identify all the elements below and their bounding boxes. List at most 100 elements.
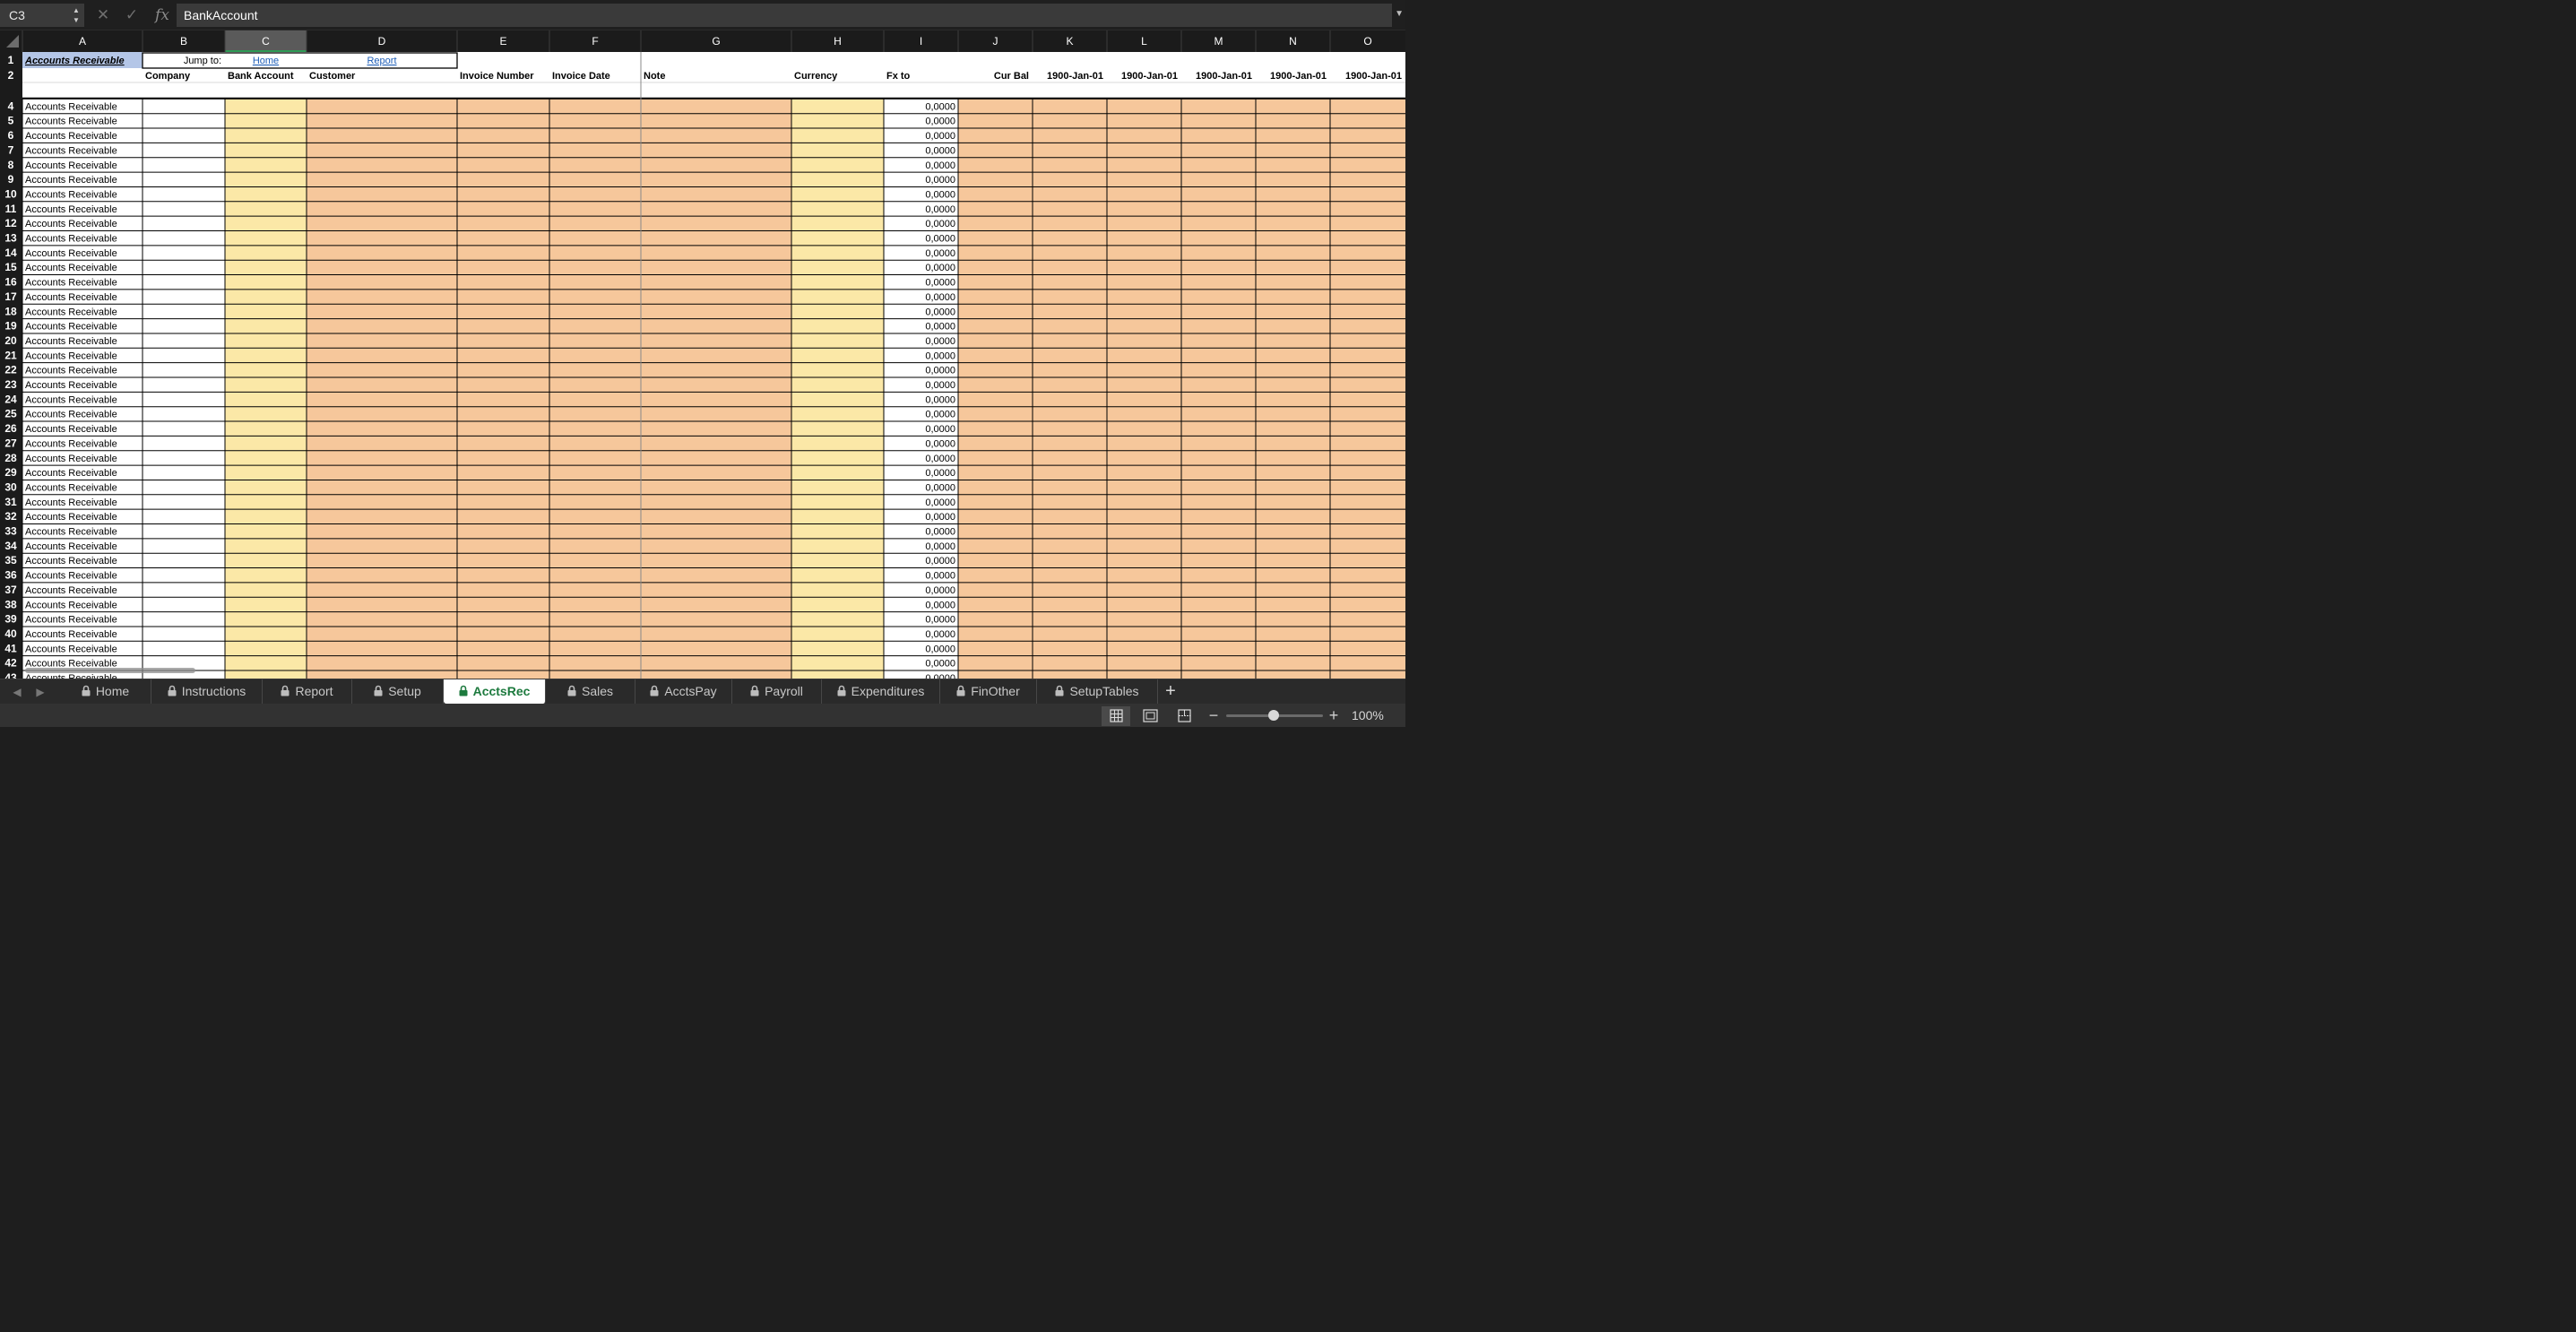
row-header-8[interactable]: 8 [8, 159, 14, 171]
cell-a27[interactable]: Accounts Receivable [25, 438, 117, 449]
cell-i26[interactable]: 0,0000 [925, 424, 955, 435]
cell-i35[interactable]: 0,0000 [925, 556, 955, 567]
cell-a19[interactable]: Accounts Receivable [25, 322, 117, 333]
cell-i25[interactable]: 0,0000 [925, 410, 955, 420]
row-header-11[interactable]: 11 [5, 203, 17, 215]
column-header-m[interactable]: M [1215, 35, 1223, 48]
cell-a25[interactable]: Accounts Receivable [25, 410, 117, 420]
row-header-6[interactable]: 6 [8, 129, 14, 142]
cell-a35[interactable]: Accounts Receivable [25, 556, 117, 567]
tab-instructions[interactable]: Instructions [151, 679, 263, 704]
row-header-18[interactable]: 18 [4, 305, 17, 317]
cell-i7[interactable]: 0,0000 [925, 145, 955, 156]
cell-a17[interactable]: Accounts Receivable [25, 292, 117, 303]
cell-a4[interactable]: Accounts Receivable [25, 101, 117, 112]
tab-finother[interactable]: FinOther [940, 679, 1037, 704]
row-header-42[interactable]: 42 [4, 657, 17, 670]
cell-i16[interactable]: 0,0000 [925, 278, 955, 289]
worksheet-grid[interactable]: A B C D E F G H I J K L M N O Accounts Receivable Jump t… [0, 30, 1405, 679]
row-header-20[interactable]: 20 [4, 334, 17, 347]
tab-acctsrec[interactable]: AcctsRec [444, 679, 546, 704]
cell-i28[interactable]: 0,0000 [925, 454, 955, 464]
enter-icon[interactable]: ✓ [122, 5, 142, 25]
cell-a11[interactable]: Accounts Receivable [25, 204, 117, 215]
cell-a13[interactable]: Accounts Receivable [25, 234, 117, 245]
insert-function-icon[interactable]: fx [151, 5, 174, 25]
row-header-26[interactable]: 26 [4, 422, 17, 435]
cell-i41[interactable]: 0,0000 [925, 644, 955, 654]
cell-a12[interactable]: Accounts Receivable [25, 219, 117, 229]
cell-i18[interactable]: 0,0000 [925, 307, 955, 317]
row-header-25[interactable]: 25 [4, 408, 17, 420]
zoom-slider-thumb[interactable] [1268, 710, 1279, 721]
cell-a18[interactable]: Accounts Receivable [25, 307, 117, 317]
cell-i27[interactable]: 0,0000 [925, 438, 955, 449]
tab-acctspay[interactable]: AcctsPay [635, 679, 732, 704]
row-header-28[interactable]: 28 [4, 452, 17, 464]
tab-expenditures[interactable]: Expenditures [822, 679, 940, 704]
cell-a37[interactable]: Accounts Receivable [25, 585, 117, 596]
column-header-l[interactable]: L [1141, 35, 1147, 48]
cell-i20[interactable]: 0,0000 [925, 336, 955, 347]
name-box[interactable]: C3 ▲ ▼ [0, 4, 84, 27]
zoom-in-button[interactable]: + [1327, 704, 1340, 727]
column-header-a[interactable]: A [79, 35, 86, 48]
tab-sales[interactable]: Sales [546, 679, 635, 704]
cell-i14[interactable]: 0,0000 [925, 248, 955, 259]
row-header-30[interactable]: 30 [4, 480, 17, 493]
normal-view-button[interactable] [1102, 706, 1130, 726]
page-break-view-button[interactable] [1170, 706, 1198, 726]
row-header-37[interactable]: 37 [4, 584, 17, 596]
cell-a39[interactable]: Accounts Receivable [25, 615, 117, 626]
row-header-1[interactable]: 1 [8, 54, 14, 66]
row-header-10[interactable]: 10 [4, 187, 17, 200]
name-box-stepper-icon[interactable]: ▲ ▼ [72, 5, 81, 25]
cell-a28[interactable]: Accounts Receivable [25, 454, 117, 464]
cell-a29[interactable]: Accounts Receivable [25, 468, 117, 479]
prev-sheet-icon[interactable]: ◀ [9, 683, 25, 701]
column-header-o[interactable]: O [1363, 35, 1371, 48]
cell-a5[interactable]: Accounts Receivable [25, 117, 117, 127]
cell-a23[interactable]: Accounts Receivable [25, 380, 117, 391]
column-header-k[interactable]: K [1066, 35, 1073, 48]
cell-a32[interactable]: Accounts Receivable [25, 512, 117, 523]
cell-i13[interactable]: 0,0000 [925, 234, 955, 245]
cell-a41[interactable]: Accounts Receivable [25, 644, 117, 654]
row-header-16[interactable]: 16 [4, 276, 17, 289]
row-header-19[interactable]: 19 [4, 320, 17, 333]
cell-i31[interactable]: 0,0000 [925, 497, 955, 508]
column-header-g[interactable]: G [712, 35, 720, 48]
cell-i33[interactable]: 0,0000 [925, 527, 955, 538]
row-header-39[interactable]: 39 [4, 613, 17, 626]
cell-a7[interactable]: Accounts Receivable [25, 145, 117, 156]
cell-a21[interactable]: Accounts Receivable [25, 350, 117, 361]
cell-a34[interactable]: Accounts Receivable [25, 541, 117, 552]
row-header-14[interactable]: 14 [4, 247, 17, 259]
row-header-15[interactable]: 15 [4, 261, 17, 273]
cell-a16[interactable]: Accounts Receivable [25, 278, 117, 289]
cell-i40[interactable]: 0,0000 [925, 629, 955, 640]
cell-i39[interactable]: 0,0000 [925, 615, 955, 626]
cell-i19[interactable]: 0,0000 [925, 322, 955, 333]
row-header-31[interactable]: 31 [4, 496, 17, 508]
row-header-36[interactable]: 36 [4, 569, 17, 582]
cell-a6[interactable]: Accounts Receivable [25, 131, 117, 142]
cell-a38[interactable]: Accounts Receivable [25, 600, 117, 610]
row-header-24[interactable]: 24 [4, 393, 17, 405]
column-header-b[interactable]: B [180, 35, 187, 48]
row-header-22[interactable]: 22 [4, 364, 17, 376]
zoom-out-button[interactable]: − [1207, 704, 1220, 727]
cell-i17[interactable]: 0,0000 [925, 292, 955, 303]
cell-a22[interactable]: Accounts Receivable [25, 366, 117, 376]
cell-i34[interactable]: 0,0000 [925, 541, 955, 552]
report-link[interactable]: Report [367, 56, 396, 66]
row-header-29[interactable]: 29 [4, 466, 17, 479]
cell-i29[interactable]: 0,0000 [925, 468, 955, 479]
cell-i24[interactable]: 0,0000 [925, 394, 955, 405]
cell-a14[interactable]: Accounts Receivable [25, 248, 117, 259]
column-header-n[interactable]: N [1289, 35, 1297, 48]
cell-i11[interactable]: 0,0000 [925, 204, 955, 215]
cell-a10[interactable]: Accounts Receivable [25, 189, 117, 200]
column-header-i[interactable]: I [920, 35, 922, 48]
row-header-34[interactable]: 34 [4, 540, 17, 552]
